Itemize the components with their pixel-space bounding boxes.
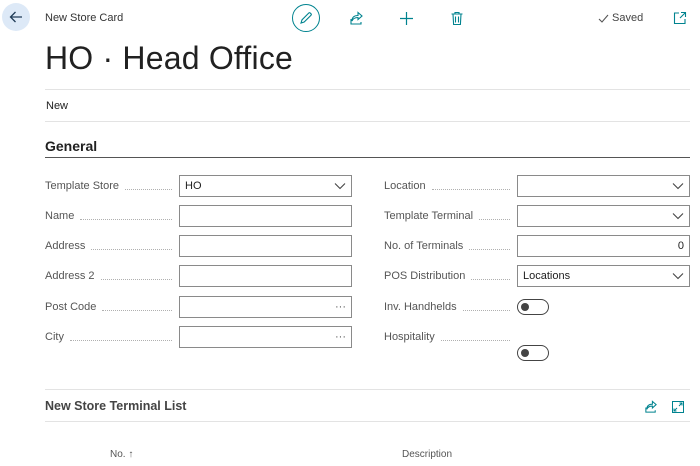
divider: [45, 421, 690, 422]
page-caption: New Store Card: [45, 12, 124, 24]
back-button[interactable]: [2, 3, 30, 31]
template-terminal-label: Template Terminal: [384, 206, 516, 226]
pos-distribution-label: POS Distribution: [384, 266, 516, 286]
share-icon: [645, 400, 657, 413]
save-status: Saved: [598, 12, 643, 24]
column-header-no[interactable]: No. ↑: [110, 449, 133, 460]
city-label: City: [45, 327, 178, 347]
terminal-list-expand-button[interactable]: [670, 399, 686, 415]
terminal-list-title[interactable]: New Store Terminal List: [45, 399, 186, 413]
terminal-list-share-button[interactable]: [643, 399, 659, 415]
address-field[interactable]: [179, 235, 352, 257]
post-code-label: Post Code: [45, 297, 178, 317]
address-2-field[interactable]: [179, 265, 352, 287]
checkmark-icon: [598, 14, 609, 23]
divider: [45, 121, 690, 122]
pos-distribution-dropdown[interactable]: Locations: [517, 265, 690, 287]
expand-icon: [672, 401, 684, 413]
page-title: HO · Head Office: [45, 40, 294, 76]
section-underline: [45, 157, 690, 158]
section-title-general[interactable]: General: [45, 138, 97, 154]
pencil-icon: [300, 12, 312, 24]
address-2-label: Address 2: [45, 266, 178, 286]
hospitality-toggle[interactable]: [517, 345, 549, 361]
location-dropdown[interactable]: [517, 175, 690, 197]
address-label: Address: [45, 236, 178, 256]
share-icon: [349, 10, 363, 25]
open-in-new-window-button[interactable]: [672, 10, 688, 26]
delete-button[interactable]: [449, 10, 465, 26]
divider: [45, 89, 690, 90]
inv-handhelds-toggle[interactable]: [517, 299, 549, 315]
name-label: Name: [45, 206, 178, 226]
toggle-knob: [521, 349, 529, 357]
chevron-down-icon: [334, 183, 346, 190]
chevron-down-icon: [672, 273, 684, 280]
edit-button[interactable]: [292, 4, 320, 32]
new-action[interactable]: New: [46, 100, 68, 112]
sort-ascending-icon: ↑: [128, 449, 134, 460]
arrow-left-icon: [9, 11, 22, 23]
trash-icon: [451, 11, 463, 25]
no-of-terminals-field[interactable]: 0: [517, 235, 690, 257]
template-store-dropdown[interactable]: HO: [179, 175, 352, 197]
location-label: Location: [384, 176, 516, 196]
divider: [45, 389, 690, 390]
open-new-window-icon: [673, 11, 687, 25]
share-button[interactable]: [348, 10, 364, 26]
lookup-ellipsis-button[interactable]: ···: [335, 331, 346, 343]
name-field[interactable]: [179, 205, 352, 227]
city-field[interactable]: ···: [179, 326, 352, 348]
no-of-terminals-label: No. of Terminals: [384, 236, 516, 256]
saved-label: Saved: [612, 12, 644, 24]
lookup-ellipsis-button[interactable]: ···: [335, 301, 346, 313]
new-record-button[interactable]: [398, 10, 414, 26]
plus-icon: [399, 11, 413, 25]
chevron-down-icon: [672, 213, 684, 220]
toggle-knob: [521, 303, 529, 311]
template-store-label: Template Store: [45, 176, 178, 196]
column-header-description[interactable]: Description: [402, 449, 452, 460]
template-terminal-dropdown[interactable]: [517, 205, 690, 227]
chevron-down-icon: [672, 183, 684, 190]
hospitality-label: Hospitality: [384, 327, 516, 347]
inv-handhelds-label: Inv. Handhelds: [384, 297, 516, 317]
post-code-field[interactable]: ···: [179, 296, 352, 318]
